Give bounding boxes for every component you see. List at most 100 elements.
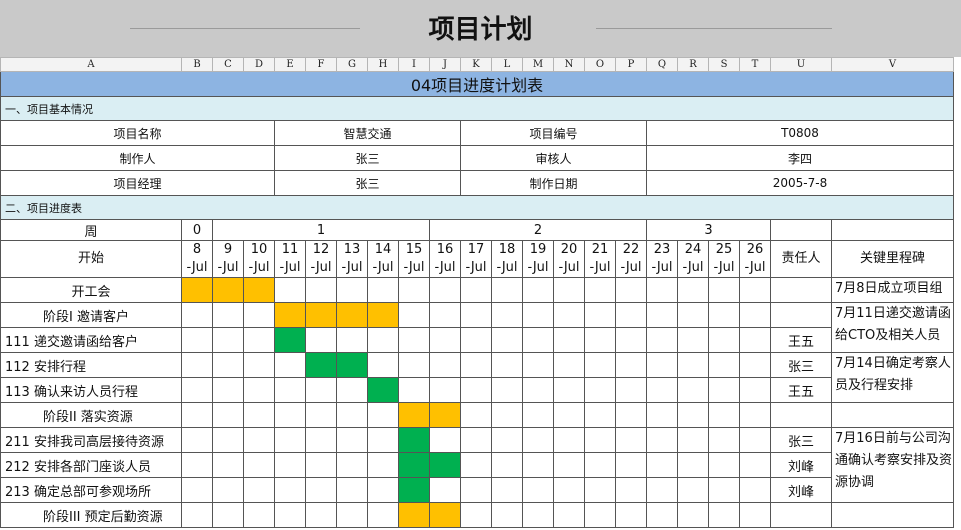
gantt-phase-bar[interactable] [212, 277, 244, 303]
gantt-cell[interactable] [522, 502, 554, 528]
week-number[interactable]: 1 [212, 219, 430, 241]
column-header[interactable]: C [212, 57, 244, 72]
task-owner[interactable]: 张三 [770, 427, 832, 453]
gantt-cell[interactable] [491, 402, 523, 428]
gantt-phase-bar[interactable] [398, 402, 430, 428]
day-header[interactable]: 19 -Jul [522, 240, 554, 278]
gantt-cell[interactable] [460, 302, 492, 328]
gantt-cell[interactable] [677, 377, 709, 403]
gantt-cell[interactable] [460, 502, 492, 528]
column-header[interactable]: R [677, 57, 709, 72]
week-number[interactable]: 2 [429, 219, 647, 241]
task-name[interactable]: 212 安排各部门座谈人员 [0, 452, 182, 478]
gantt-cell[interactable] [677, 277, 709, 303]
gantt-cell[interactable] [522, 377, 554, 403]
task-name[interactable]: 开工会 [0, 277, 182, 303]
gantt-cell[interactable] [708, 402, 740, 428]
day-header[interactable]: 12 -Jul [305, 240, 337, 278]
gantt-task-bar[interactable] [398, 452, 430, 478]
day-header[interactable]: 26 -Jul [739, 240, 771, 278]
gantt-cell[interactable] [305, 477, 337, 503]
date-value[interactable]: 2005-7-8 [646, 170, 954, 196]
gantt-cell[interactable] [584, 352, 616, 378]
gantt-cell[interactable] [212, 477, 244, 503]
gantt-cell[interactable] [274, 502, 306, 528]
gantt-cell[interactable] [243, 377, 275, 403]
gantt-cell[interactable] [336, 427, 368, 453]
gantt-cell[interactable] [336, 402, 368, 428]
day-header[interactable]: 13 -Jul [336, 240, 368, 278]
gantt-cell[interactable] [181, 427, 213, 453]
gantt-cell[interactable] [522, 477, 554, 503]
task-owner[interactable]: 张三 [770, 352, 832, 378]
day-header[interactable]: 23 -Jul [646, 240, 678, 278]
week-number[interactable]: 3 [646, 219, 771, 241]
gantt-cell[interactable] [584, 477, 616, 503]
column-header[interactable]: J [429, 57, 461, 72]
gantt-cell[interactable] [429, 477, 461, 503]
gantt-cell[interactable] [646, 477, 678, 503]
column-header[interactable]: I [398, 57, 430, 72]
owner-header[interactable]: 责任人 [770, 240, 832, 278]
gantt-cell[interactable] [243, 427, 275, 453]
gantt-cell[interactable] [398, 377, 430, 403]
gantt-cell[interactable] [646, 402, 678, 428]
gantt-cell[interactable] [243, 402, 275, 428]
gantt-cell[interactable] [584, 427, 616, 453]
gantt-cell[interactable] [491, 427, 523, 453]
gantt-cell[interactable] [460, 452, 492, 478]
milestone-cell[interactable]: 7月16日前与公司沟通确认考察安排及资源协调 [831, 427, 954, 503]
gantt-cell[interactable] [615, 452, 647, 478]
gantt-cell[interactable] [646, 277, 678, 303]
task-name[interactable]: 113 确认来访人员行程 [0, 377, 182, 403]
gantt-cell[interactable] [429, 427, 461, 453]
project-name-value[interactable]: 智慧交通 [274, 120, 461, 146]
gantt-cell[interactable] [181, 302, 213, 328]
gantt-cell[interactable] [739, 352, 771, 378]
gantt-cell[interactable] [243, 352, 275, 378]
column-header[interactable]: M [522, 57, 554, 72]
task-owner[interactable]: 王五 [770, 377, 832, 403]
gantt-cell[interactable] [181, 402, 213, 428]
gantt-cell[interactable] [367, 402, 399, 428]
reviewer-label[interactable]: 审核人 [460, 145, 647, 171]
gantt-cell[interactable] [708, 277, 740, 303]
task-owner[interactable]: 刘峰 [770, 452, 832, 478]
gantt-cell[interactable] [367, 502, 399, 528]
gantt-cell[interactable] [367, 452, 399, 478]
gantt-cell[interactable] [522, 452, 554, 478]
column-header[interactable]: L [491, 57, 523, 72]
gantt-phase-bar[interactable] [336, 302, 368, 328]
gantt-cell[interactable] [584, 402, 616, 428]
gantt-cell[interactable] [739, 452, 771, 478]
gantt-cell[interactable] [274, 427, 306, 453]
task-owner[interactable] [770, 277, 832, 303]
gantt-cell[interactable] [460, 427, 492, 453]
gantt-cell[interactable] [491, 452, 523, 478]
gantt-cell[interactable] [367, 352, 399, 378]
gantt-cell[interactable] [677, 452, 709, 478]
task-name[interactable]: 阶段I 邀请客户 [0, 302, 182, 328]
gantt-cell[interactable] [553, 502, 585, 528]
gantt-task-bar[interactable] [398, 427, 430, 453]
gantt-cell[interactable] [181, 377, 213, 403]
gantt-cell[interactable] [553, 352, 585, 378]
gantt-cell[interactable] [646, 377, 678, 403]
gantt-cell[interactable] [677, 352, 709, 378]
gantt-cell[interactable] [553, 377, 585, 403]
column-header[interactable]: A [0, 57, 182, 72]
gantt-cell[interactable] [677, 402, 709, 428]
column-header[interactable]: K [460, 57, 492, 72]
gantt-task-bar[interactable] [429, 452, 461, 478]
gantt-cell[interactable] [522, 277, 554, 303]
gantt-cell[interactable] [708, 502, 740, 528]
gantt-cell[interactable] [646, 302, 678, 328]
gantt-cell[interactable] [615, 427, 647, 453]
gantt-cell[interactable] [677, 477, 709, 503]
gantt-cell[interactable] [522, 402, 554, 428]
task-owner[interactable] [770, 402, 832, 428]
gantt-cell[interactable] [739, 302, 771, 328]
day-header[interactable]: 18 -Jul [491, 240, 523, 278]
gantt-cell[interactable] [305, 427, 337, 453]
milestone-cell[interactable]: 7月8日成立项目组 [831, 277, 954, 303]
